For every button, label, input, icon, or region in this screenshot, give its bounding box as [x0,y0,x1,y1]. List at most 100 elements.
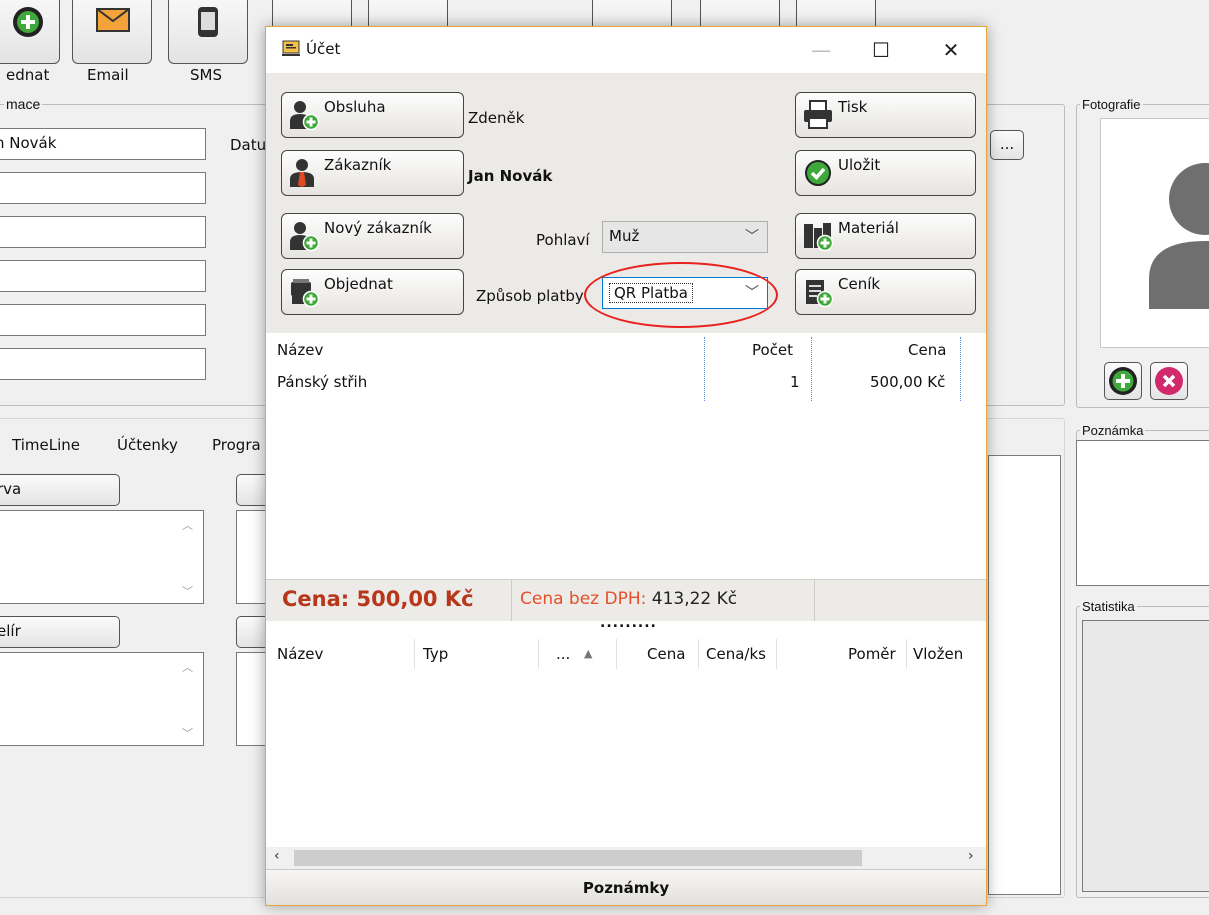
materials-col-sort[interactable]: ... [556,645,570,663]
materials-table[interactable]: ......... Název Typ ... ▲ Cena Cena/ks P… [266,615,986,847]
column-divider [698,639,699,669]
phone-icon [198,7,218,37]
splitter-handle[interactable]: ......... [600,615,657,631]
obsluha-button[interactable]: Obsluha [281,92,464,138]
cenik-button[interactable]: Ceník [795,269,976,315]
toolbar-label-order: ednat [6,66,50,84]
add-customer-icon [290,222,320,252]
total-price-label: Cena: [282,587,350,611]
textarea-1[interactable]: ︿ ﹀ [0,510,204,604]
materials-col-price[interactable]: Cena [647,645,685,663]
materials-col-ratio[interactable]: Poměr [848,645,896,663]
net-price-label: Cena bez DPH: [520,589,647,609]
person-placeholder-icon [1149,163,1209,309]
info-field-3[interactable] [0,216,206,248]
stats-area [1082,620,1209,892]
printer-icon [804,100,832,129]
dialog-titlebar[interactable]: Účet — ☐ ✕ [266,27,986,73]
minimize-button[interactable]: — [798,27,844,73]
items-col-price[interactable]: Cena [908,341,946,359]
column-divider [960,337,961,401]
objednat-button[interactable]: Objednat [281,269,464,315]
net-price-value: 413,22 Kč [651,589,738,609]
new-customer-button[interactable]: Nový zákazník [281,213,464,259]
order-icon [291,279,320,308]
customer-value: Jan Novák [468,167,553,185]
cenik-button-label: Ceník [838,275,881,293]
highlight-circle [584,262,778,328]
tisk-button-label: Tisk [838,98,868,116]
receipt-window-icon [282,40,300,56]
gender-label: Pohlaví [536,231,590,249]
item-price: 500,00 Kč [870,373,946,391]
scroll-right-icon[interactable]: › [968,848,974,864]
material-button-label: Materiál [838,219,899,237]
toolbar-label-email: Email [87,66,129,84]
material-button[interactable]: Materiál [795,213,976,259]
ellipsis-button[interactable]: ... [990,130,1024,160]
textarea-3[interactable]: ︿ ﹀ [0,652,204,746]
column-divider [414,639,415,669]
scroll-down-icon[interactable]: ﹀ [182,725,193,741]
info-group-title: mace [4,96,43,112]
column-divider [704,337,705,401]
pricelist-icon [806,280,834,308]
toolbar-email-button[interactable] [72,0,152,64]
info-field-4[interactable] [0,260,206,292]
tisk-button[interactable]: Tisk [795,92,976,138]
materials-col-inserted[interactable]: Vložen [913,645,963,663]
note-group-title: Poznámka [1080,423,1146,438]
info-field-6[interactable] [0,348,206,380]
items-col-name[interactable]: Název [277,341,323,359]
elir-button[interactable]: elír [0,616,120,648]
divider [511,580,512,622]
new-customer-button-label: Nový zákazník [324,219,432,237]
scroll-up-icon[interactable]: ︿ [182,659,193,675]
items-table[interactable]: Název Počet Cena Pánský střih 1 500,00 K… [266,333,986,579]
tab-side-panel [988,455,1061,895]
customer-name-value: n Novák [0,134,57,152]
scroll-left-icon[interactable]: ‹ [274,848,280,864]
item-name: Pánský střih [277,373,368,391]
elir-button-label: elír [0,622,21,640]
note-area[interactable] [1076,440,1209,586]
receipt-dialog: Účet — ☐ ✕ Obsluha Zdeněk Zákazník Jan N… [265,26,987,906]
customer-name-field[interactable]: n Novák [0,128,206,160]
add-photo-button[interactable] [1104,362,1142,400]
materials-col-name[interactable]: Název [277,645,323,663]
scroll-down-icon[interactable]: ﹀ [182,583,193,599]
stats-group-title: Statistika [1080,599,1137,614]
horizontal-scrollbar[interactable]: ‹ › [266,847,986,869]
toolbar-label-sms: SMS [190,66,222,84]
photo-group-title: Fotografie [1080,97,1143,112]
scroll-up-icon[interactable]: ︿ [182,517,193,533]
notes-bar[interactable]: Poznámky [266,869,986,905]
maximize-button[interactable]: ☐ [858,27,904,73]
materials-col-type[interactable]: Typ [423,645,448,663]
rva-button-label: rva [0,480,22,498]
zakaznik-button[interactable]: Zákazník [281,150,464,196]
items-col-count[interactable]: Počet [752,341,793,359]
zakaznik-button-label: Zákazník [324,156,392,174]
column-divider [538,639,539,669]
info-field-5[interactable] [0,304,206,336]
column-divider [616,639,617,669]
gender-select-value: Muž [609,227,640,245]
staff-value: Zdeněk [468,109,525,127]
remove-photo-button[interactable] [1150,362,1188,400]
dialog-title: Účet [306,40,341,58]
toolbar-sms-button[interactable] [168,0,248,64]
rva-button[interactable]: rva [0,474,120,506]
gender-select[interactable]: Muž ﹀ [602,221,768,253]
close-button[interactable]: ✕ [928,27,974,73]
info-field-2[interactable] [0,172,206,204]
total-price: Cena: 500,00 Kč [282,587,474,611]
materials-col-unit-price[interactable]: Cena/ks [706,645,766,663]
photo-frame [1100,118,1209,348]
remove-icon [1155,367,1183,395]
toolbar-order-button[interactable] [0,0,60,64]
obsluha-button-label: Obsluha [324,98,386,116]
ulozit-button[interactable]: Uložit [795,150,976,196]
scrollbar-thumb[interactable] [294,850,862,866]
ulozit-button-label: Uložit [838,156,881,174]
